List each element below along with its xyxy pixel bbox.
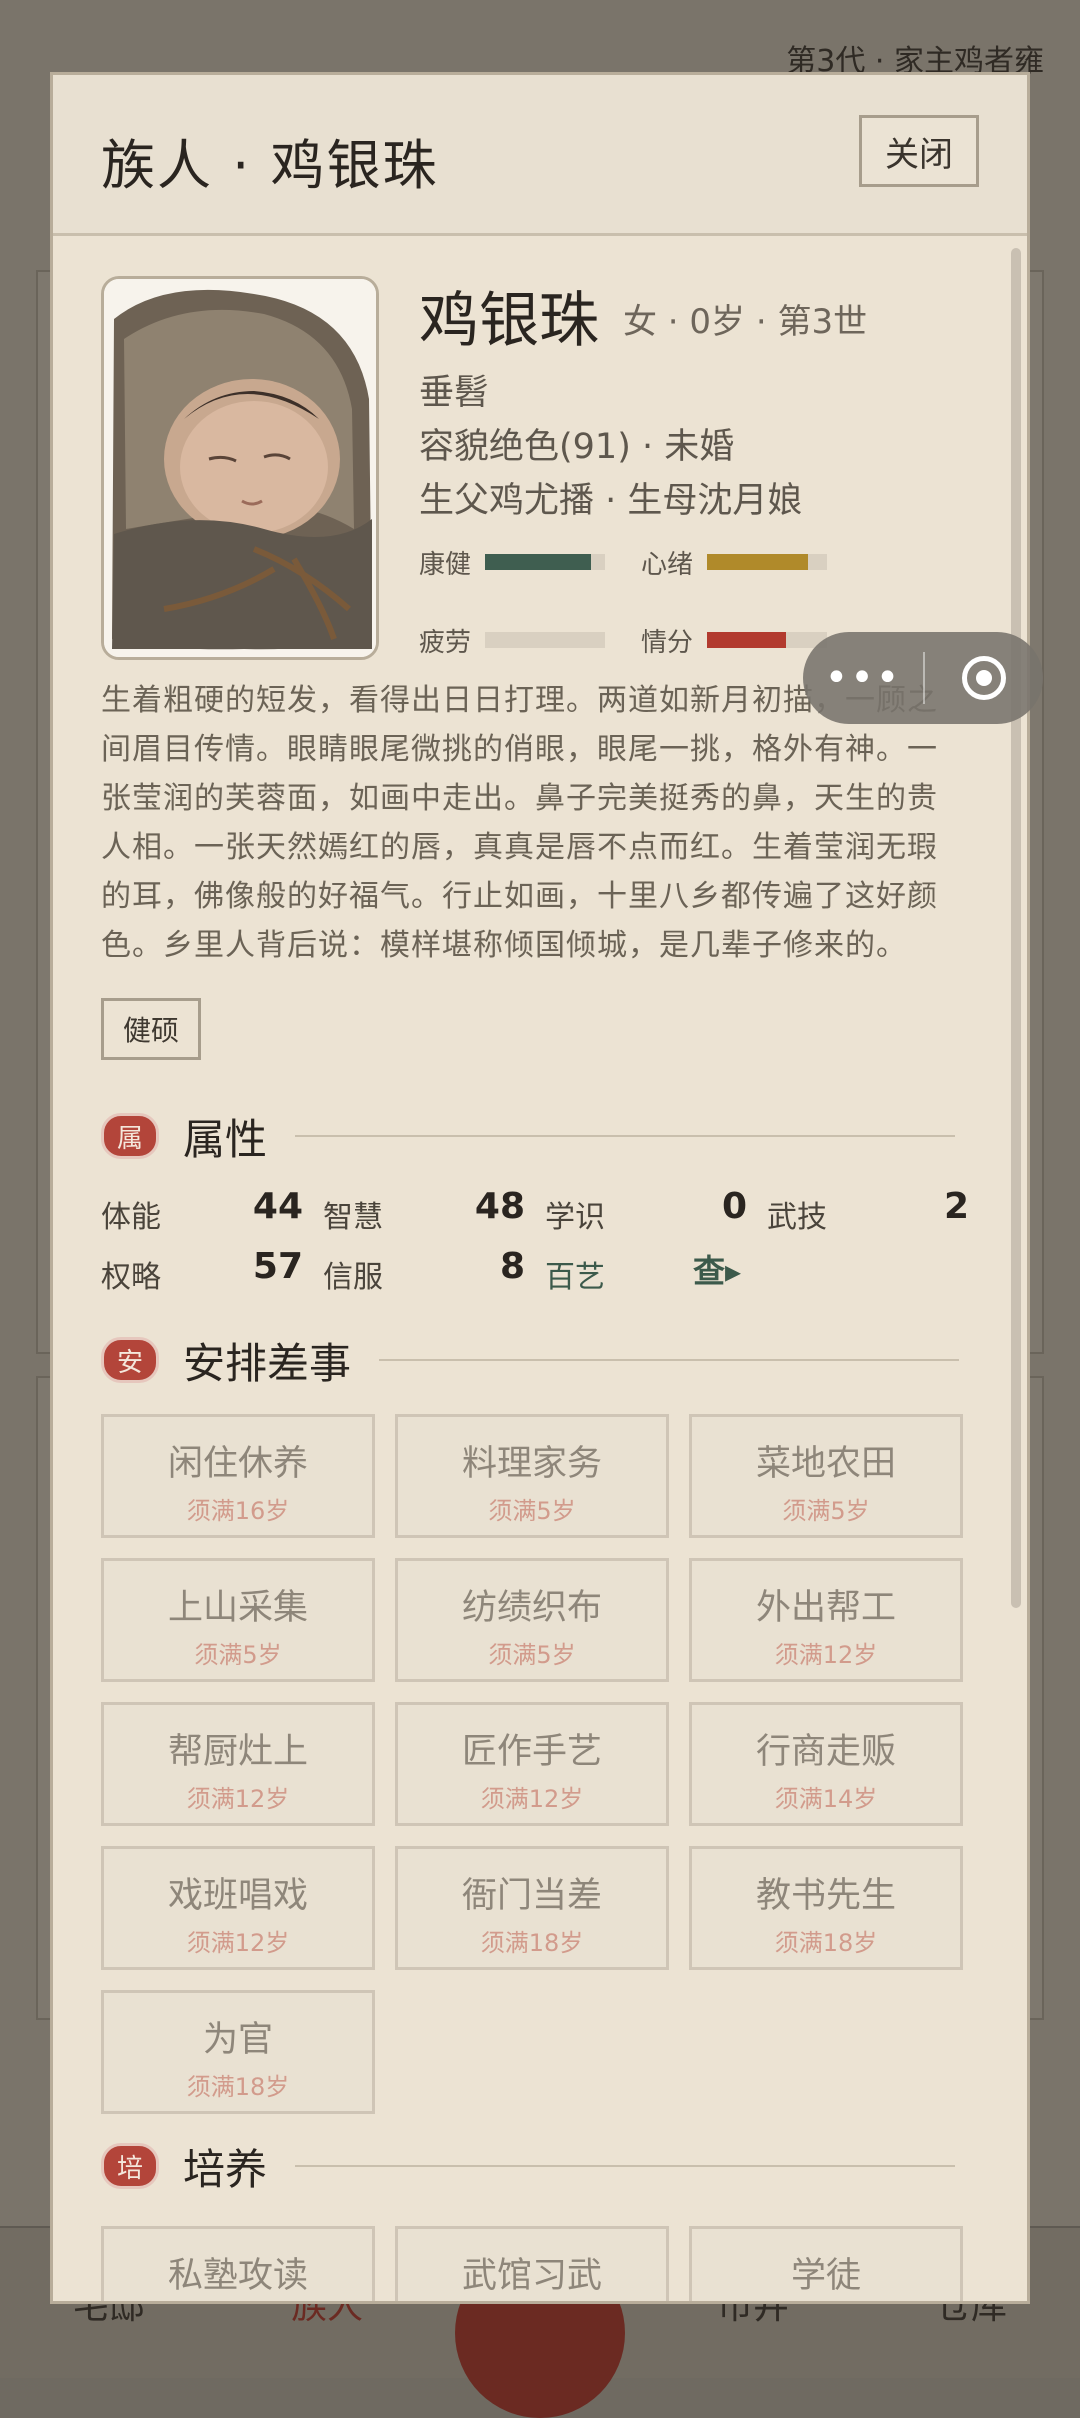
training-card[interactable]: 武馆习武 bbox=[395, 2226, 669, 2301]
mood-bar bbox=[707, 554, 827, 570]
bar-label-fatigue: 疲劳 bbox=[419, 628, 472, 658]
view-arts-button[interactable]: 查▸ bbox=[693, 1246, 741, 1292]
task-card[interactable]: 戏班唱戏须满12岁 bbox=[101, 1846, 375, 1970]
close-button[interactable]: 关闭 bbox=[859, 115, 979, 187]
task-name: 纺绩织布 bbox=[461, 1588, 602, 1628]
task-requirement: 须满18岁 bbox=[480, 1929, 584, 1957]
divider bbox=[295, 1135, 956, 1137]
task-card[interactable]: 行商走贩须满14岁 bbox=[689, 1702, 963, 1826]
attr-value: 57 bbox=[252, 1246, 303, 1287]
task-requirement: 须满5岁 bbox=[488, 1497, 576, 1525]
seal-icon: 培 bbox=[101, 2143, 159, 2189]
modal-body: 鸡银珠 女 · 0岁 · 第3世 垂髫 容貌绝色(91) · 未婚 生父鸡尤播 … bbox=[53, 236, 1027, 2301]
training-name: 学徒 bbox=[790, 2256, 861, 2296]
attr-value: 2 bbox=[943, 1186, 969, 1227]
bar-label-health: 康健 bbox=[419, 550, 472, 580]
task-card[interactable]: 菜地农田须满5岁 bbox=[689, 1414, 963, 1538]
attr-label: 信服 bbox=[323, 1260, 383, 1295]
section-title: 属性 bbox=[183, 1114, 268, 1164]
modal-header: 族人 · 鸡银珠 关闭 bbox=[53, 75, 1027, 236]
parents: 生父鸡尤播 · 生母沈月娘 bbox=[419, 481, 803, 521]
attr-value: 0 bbox=[721, 1186, 747, 1227]
task-requirement: 须满12岁 bbox=[480, 1785, 584, 1813]
baby-portrait-illustration bbox=[104, 279, 376, 657]
training-card[interactable]: 私塾攻读 bbox=[101, 2226, 375, 2301]
seal-icon: 属 bbox=[101, 1113, 159, 1159]
member-modal: 族人 · 鸡银珠 关闭 鸡银珠 女 · 0岁 · 第3世 垂髫 容貌绝色(91)… bbox=[50, 72, 1030, 2304]
attr-value: 44 bbox=[252, 1186, 303, 1227]
section-title: 安排差事 bbox=[183, 1338, 352, 1388]
tasks-section-header: 安 安排差事 bbox=[101, 1336, 961, 1388]
task-name: 料理家务 bbox=[461, 1444, 602, 1484]
task-requirement: 须满16岁 bbox=[186, 1497, 290, 1525]
portrait-image bbox=[101, 276, 379, 660]
task-card[interactable]: 纺绩织布须满5岁 bbox=[395, 1558, 669, 1682]
bar-label-mood: 心绪 bbox=[641, 550, 694, 580]
task-card[interactable]: 为官须满18岁 bbox=[101, 1990, 375, 2114]
attr-label: 权略 bbox=[101, 1260, 161, 1295]
task-requirement: 须满12岁 bbox=[774, 1641, 878, 1669]
task-name: 菜地农田 bbox=[755, 1444, 896, 1484]
task-card[interactable]: 帮厨灶上须满12岁 bbox=[101, 1702, 375, 1826]
task-name: 为官 bbox=[202, 2020, 273, 2060]
attr-value: 48 bbox=[474, 1186, 525, 1227]
divider bbox=[295, 2165, 956, 2167]
task-name: 衙门当差 bbox=[461, 1876, 602, 1916]
health-bar bbox=[485, 554, 605, 570]
task-name: 教书先生 bbox=[755, 1876, 896, 1916]
section-title: 培养 bbox=[183, 2144, 268, 2194]
attr-label: 学识 bbox=[545, 1200, 605, 1235]
bar-label-affection: 情分 bbox=[641, 628, 694, 658]
member-meta: 女 · 0岁 · 第3世 bbox=[623, 302, 868, 342]
task-card[interactable]: 闲住休养须满16岁 bbox=[101, 1414, 375, 1538]
divider bbox=[379, 1359, 960, 1361]
task-requirement: 须满5岁 bbox=[488, 1641, 576, 1669]
task-name: 外出帮工 bbox=[755, 1588, 896, 1628]
miniprogram-capsule: ••• bbox=[803, 632, 1043, 724]
task-requirement: 须满5岁 bbox=[782, 1497, 870, 1525]
attr-label-arts: 百艺 bbox=[545, 1260, 605, 1295]
attr-label: 智慧 bbox=[323, 1200, 383, 1235]
modal-title: 族人 · 鸡银珠 bbox=[101, 134, 439, 197]
task-card[interactable]: 外出帮工须满12岁 bbox=[689, 1558, 963, 1682]
hair-style: 垂髫 bbox=[419, 373, 490, 413]
task-requirement: 须满18岁 bbox=[774, 1929, 878, 1957]
task-name: 上山采集 bbox=[167, 1588, 308, 1628]
fatigue-bar bbox=[485, 632, 605, 648]
task-requirement: 须满12岁 bbox=[186, 1929, 290, 1957]
task-requirement: 须满18岁 bbox=[186, 2073, 290, 2101]
seal-icon: 安 bbox=[101, 1337, 159, 1383]
task-card[interactable]: 教书先生须满18岁 bbox=[689, 1846, 963, 1970]
attr-label: 武技 bbox=[767, 1200, 827, 1235]
scrollbar[interactable] bbox=[1011, 248, 1021, 1608]
task-card[interactable]: 匠作手艺须满12岁 bbox=[395, 1702, 669, 1826]
member-name: 鸡银珠 bbox=[419, 286, 599, 356]
training-card[interactable]: 学徒 bbox=[689, 2226, 963, 2301]
more-options-icon[interactable]: ••• bbox=[803, 632, 923, 724]
attr-label: 体能 bbox=[101, 1200, 161, 1235]
attr-value: 8 bbox=[499, 1246, 525, 1287]
task-card[interactable]: 上山采集须满5岁 bbox=[101, 1558, 375, 1682]
looks-marriage: 容貌绝色(91) · 未婚 bbox=[419, 427, 735, 467]
task-card[interactable]: 料理家务须满5岁 bbox=[395, 1414, 669, 1538]
trait-tag[interactable]: 健硕 bbox=[101, 998, 201, 1060]
training-section-header: 培 培养 bbox=[101, 2142, 961, 2194]
attributes-section-header: 属 属性 bbox=[101, 1112, 961, 1164]
task-name: 戏班唱戏 bbox=[167, 1876, 308, 1916]
task-name: 匠作手艺 bbox=[461, 1732, 602, 1772]
training-name: 武馆习武 bbox=[461, 2256, 602, 2296]
task-requirement: 须满5岁 bbox=[194, 1641, 282, 1669]
close-miniprogram-icon[interactable] bbox=[925, 632, 1043, 724]
task-name: 行商走贩 bbox=[755, 1732, 896, 1772]
task-requirement: 须满12岁 bbox=[186, 1785, 290, 1813]
task-card[interactable]: 衙门当差须满18岁 bbox=[395, 1846, 669, 1970]
task-name: 闲住休养 bbox=[167, 1444, 308, 1484]
training-name: 私塾攻读 bbox=[167, 2256, 308, 2296]
task-requirement: 须满14岁 bbox=[774, 1785, 878, 1813]
task-name: 帮厨灶上 bbox=[167, 1732, 308, 1772]
